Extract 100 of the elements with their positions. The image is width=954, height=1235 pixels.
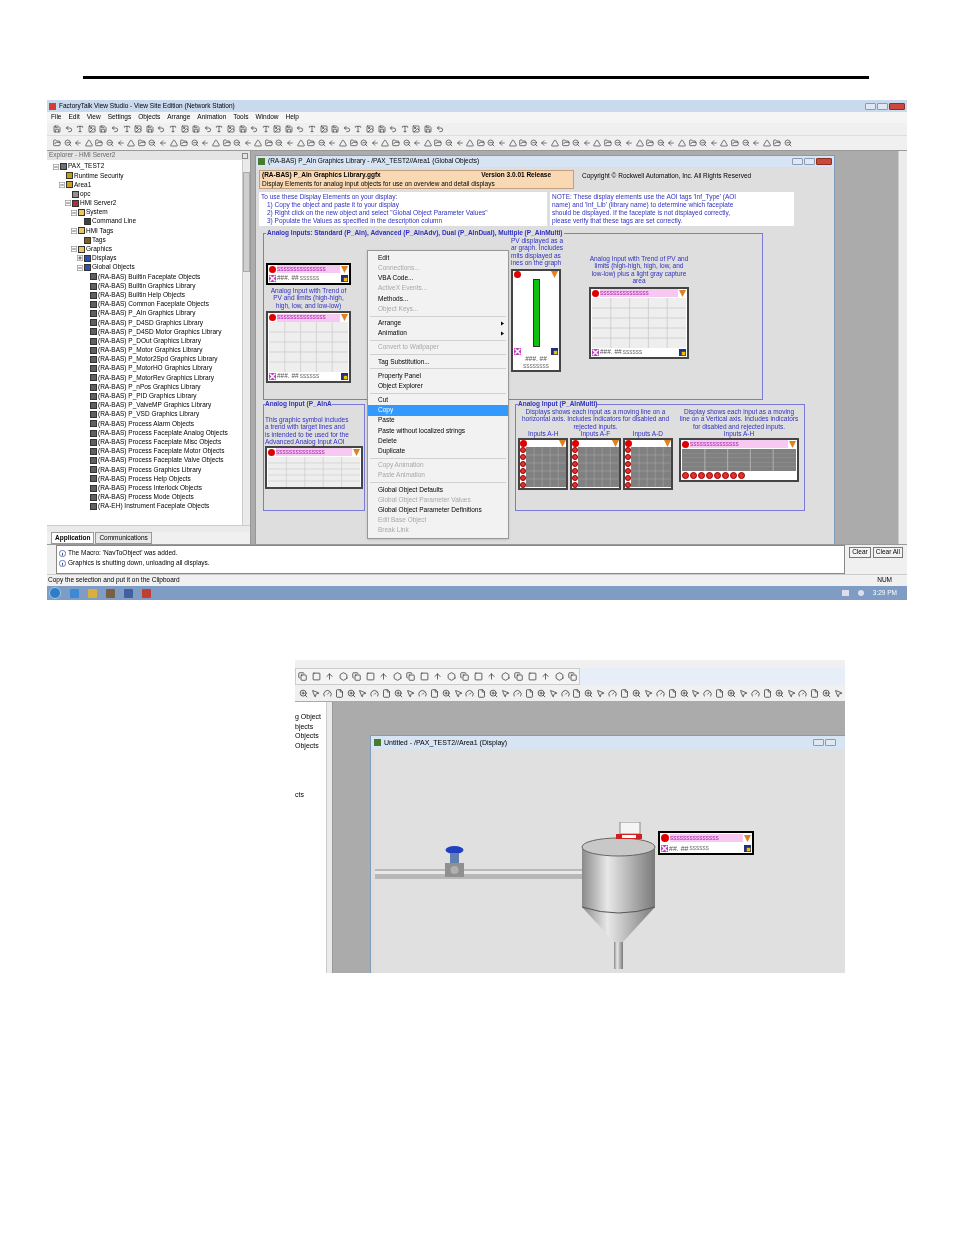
- image-icon[interactable]: [180, 125, 189, 133]
- gauge-icon[interactable]: [417, 688, 427, 698]
- folder-icon[interactable]: [349, 139, 358, 147]
- undo-icon[interactable]: [435, 125, 444, 133]
- zoom-out-icon[interactable]: [233, 139, 242, 147]
- collapse-icon[interactable]: [77, 264, 83, 271]
- zoom-in-icon[interactable]: [774, 688, 784, 698]
- minimize-button[interactable]: [865, 102, 876, 110]
- image-icon[interactable]: [366, 125, 375, 133]
- arrow-left-icon[interactable]: [582, 139, 591, 147]
- gauge-icon[interactable]: [560, 688, 570, 698]
- image-icon[interactable]: [319, 125, 328, 133]
- collapse-icon[interactable]: [53, 163, 59, 170]
- minimize-button[interactable]: [813, 739, 824, 746]
- zoom-out-icon[interactable]: [699, 139, 708, 147]
- pointer-icon[interactable]: [834, 688, 844, 698]
- copy-icon[interactable]: [514, 672, 523, 681]
- arrow-left-icon[interactable]: [158, 139, 167, 147]
- triangle-icon[interactable]: [127, 139, 136, 147]
- gauge-icon[interactable]: [465, 688, 475, 698]
- folder-icon[interactable]: [137, 139, 146, 147]
- triangle-icon[interactable]: [254, 139, 263, 147]
- image-icon[interactable]: [273, 125, 282, 133]
- gauge-icon[interactable]: [370, 688, 380, 698]
- pointer-icon[interactable]: [310, 688, 320, 698]
- arrow-up-icon[interactable]: [325, 672, 334, 681]
- collapse-icon[interactable]: [71, 246, 77, 253]
- zoom-out-icon[interactable]: [402, 139, 411, 147]
- rectangle-icon[interactable]: [311, 672, 321, 681]
- undo-icon[interactable]: [250, 125, 259, 133]
- zoom-out-icon[interactable]: [148, 139, 157, 147]
- polygon-icon[interactable]: [554, 672, 564, 681]
- save-icon[interactable]: [284, 125, 293, 133]
- close-icon[interactable]: [242, 152, 248, 159]
- save-icon[interactable]: [99, 125, 108, 133]
- polygon-icon[interactable]: [392, 672, 402, 681]
- triangle-icon[interactable]: [211, 139, 220, 147]
- image-icon[interactable]: [87, 125, 96, 133]
- minimize-button[interactable]: [792, 158, 803, 165]
- pointer-icon[interactable]: [596, 688, 606, 698]
- zoom-out-icon[interactable]: [275, 139, 284, 147]
- copy-icon[interactable]: [568, 672, 577, 681]
- polygon-icon[interactable]: [338, 672, 348, 681]
- gauge-icon[interactable]: [703, 688, 713, 698]
- polygon-icon[interactable]: [500, 672, 510, 681]
- scrollbar[interactable]: [898, 151, 907, 544]
- arrow-up-icon[interactable]: [433, 672, 442, 681]
- zoom-out-icon[interactable]: [63, 139, 72, 147]
- undo-icon[interactable]: [296, 125, 305, 133]
- copy-icon[interactable]: [460, 672, 469, 681]
- zoom-out-icon[interactable]: [741, 139, 750, 147]
- rectangle-icon[interactable]: [473, 672, 483, 681]
- scrollbar[interactable]: [47, 525, 250, 532]
- folder-icon[interactable]: [731, 139, 739, 147]
- rectangle-icon[interactable]: [419, 672, 429, 681]
- arrow-left-icon[interactable]: [625, 139, 634, 147]
- zoom-in-icon[interactable]: [299, 688, 308, 698]
- folder-icon[interactable]: [95, 139, 104, 147]
- triangle-icon[interactable]: [635, 139, 644, 147]
- scrollbar[interactable]: [242, 160, 250, 525]
- collapse-icon[interactable]: [71, 227, 77, 234]
- triangle-icon[interactable]: [466, 139, 475, 147]
- triangle-icon[interactable]: [296, 139, 305, 147]
- folder-icon[interactable]: [646, 139, 655, 147]
- file-icon[interactable]: [477, 688, 487, 698]
- arrow-left-icon[interactable]: [243, 139, 252, 147]
- image-icon[interactable]: [412, 125, 421, 133]
- zoom-out-icon[interactable]: [529, 139, 538, 147]
- undo-icon[interactable]: [64, 125, 73, 133]
- text-icon[interactable]: [76, 125, 85, 133]
- triangle-icon[interactable]: [381, 139, 390, 147]
- arrow-left-icon[interactable]: [74, 139, 83, 147]
- zoom-out-icon[interactable]: [783, 139, 792, 147]
- file-icon[interactable]: [524, 688, 534, 698]
- gauge-icon[interactable]: [798, 688, 808, 698]
- zoom-out-icon[interactable]: [190, 139, 199, 147]
- file-icon[interactable]: [715, 688, 725, 698]
- folder-icon[interactable]: [688, 139, 697, 147]
- zoom-out-icon[interactable]: [656, 139, 665, 147]
- undo-icon[interactable]: [389, 125, 398, 133]
- file-icon[interactable]: [810, 688, 820, 698]
- file-icon[interactable]: [762, 688, 772, 698]
- text-icon[interactable]: [215, 125, 224, 133]
- zoom-out-icon[interactable]: [317, 139, 326, 147]
- arrow-left-icon[interactable]: [752, 139, 761, 147]
- rectangle-icon[interactable]: [527, 672, 537, 681]
- zoom-in-icon[interactable]: [489, 688, 499, 698]
- collapse-icon[interactable]: [59, 181, 65, 188]
- folder-icon[interactable]: [392, 139, 400, 147]
- pointer-icon[interactable]: [786, 688, 796, 698]
- folder-icon[interactable]: [264, 139, 273, 147]
- zoom-out-icon[interactable]: [105, 139, 114, 147]
- text-icon[interactable]: [308, 125, 317, 133]
- folder-icon[interactable]: [434, 139, 443, 147]
- triangle-icon[interactable]: [339, 139, 348, 147]
- file-icon[interactable]: [620, 688, 630, 698]
- folder-icon[interactable]: [603, 139, 612, 147]
- arrow-up-icon[interactable]: [541, 672, 550, 681]
- arrow-left-icon[interactable]: [286, 139, 295, 147]
- triangle-icon[interactable]: [550, 139, 559, 147]
